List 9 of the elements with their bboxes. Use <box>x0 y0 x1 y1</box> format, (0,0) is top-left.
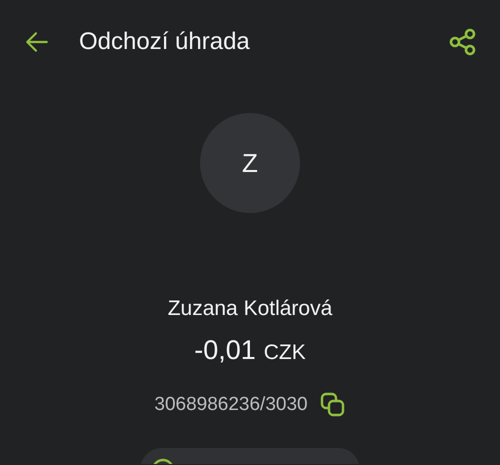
currency: CZK <box>264 341 306 365</box>
screen-title: Odchozí úhrada <box>79 28 251 56</box>
copy-icon[interactable] <box>320 392 346 418</box>
avatar: Z <box>200 113 300 213</box>
back-icon[interactable] <box>24 29 50 55</box>
account-number: 3068986236/3030 <box>154 394 308 416</box>
share-icon[interactable] <box>448 27 478 57</box>
amount: -0,01 <box>194 335 256 366</box>
payee-name: Zuzana Kotlárová <box>168 297 332 321</box>
